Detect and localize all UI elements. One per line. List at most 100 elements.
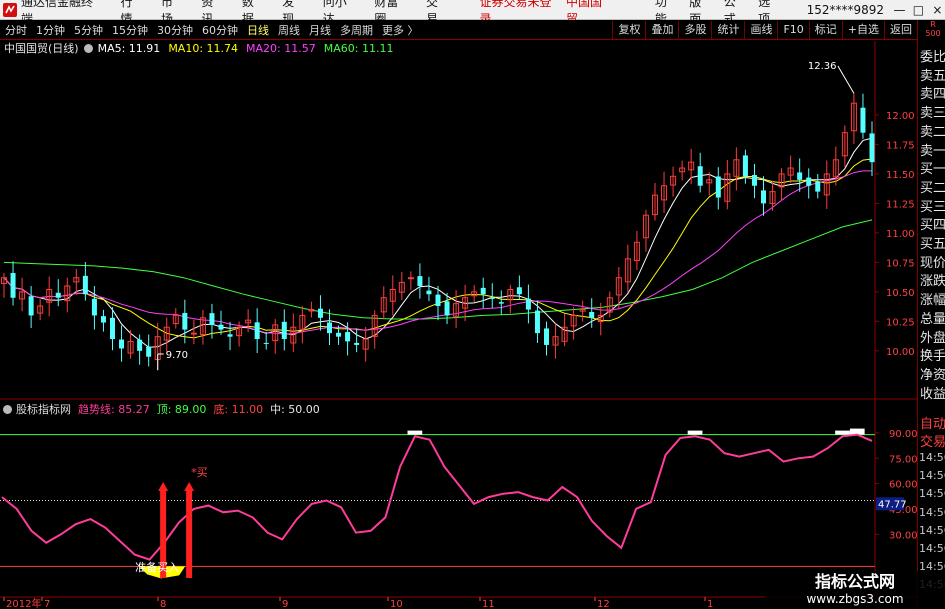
side-panel-item[interactable]: 涨跌 <box>920 270 945 289</box>
candle-body-down <box>589 311 595 318</box>
side-panel-item[interactable]: 买一 <box>920 158 945 177</box>
side-panel-item[interactable]: 卖四 <box>920 83 945 102</box>
date-axis: 2012年 7 8 9 10 11 12 1 <box>3 597 713 609</box>
price-tick-label: 10.75 <box>886 258 915 269</box>
side-panel-item[interactable]: 交易 <box>920 431 945 450</box>
indicator-name[interactable]: 股标指标网 <box>16 401 71 417</box>
side-panel-item[interactable]: 卖一 <box>920 140 945 159</box>
candle-body-down <box>218 324 224 330</box>
side-panel-item[interactable]: 买五 <box>920 233 945 252</box>
candle-body-down <box>516 287 522 295</box>
price-tick-label: 11.50 <box>886 170 915 181</box>
ready-buy-label: 准备买入 <box>135 560 179 574</box>
side-panel-item[interactable]: 卖五 <box>920 65 945 84</box>
buy-arrow-icon <box>184 482 195 491</box>
side-panel-item[interactable]: 14:56 <box>919 506 945 519</box>
side-panel-item[interactable]: 净资 <box>920 364 945 383</box>
candle-body-down <box>227 334 233 337</box>
trend-line <box>1 433 873 561</box>
candle-body-down <box>742 155 748 177</box>
buy-label: *买 <box>191 466 208 479</box>
price-tick-label: 12.00 <box>886 111 915 122</box>
side-panel-item[interactable]: 14:56 <box>919 542 945 555</box>
indicator-tick-label: 60.00 <box>889 480 917 491</box>
indicator-tick-label: 30.00 <box>889 530 917 541</box>
candle-body-down <box>797 172 803 180</box>
watermark: 指标公式网 www.zbgs3.com <box>765 571 945 609</box>
side-panel-item[interactable]: 14:56 <box>919 524 945 537</box>
date-tick-label: 11 <box>482 599 495 609</box>
side-panel-item[interactable]: 外盘 <box>920 327 945 346</box>
candle-body-down <box>254 322 260 340</box>
kline-chart[interactable]: 12.36 9.70 12.00 11.75 11.50 11.25 11.00 10.75… <box>0 0 917 609</box>
side-panel-item[interactable]: 卖三 <box>920 102 945 121</box>
candle-body-down <box>119 339 125 349</box>
candle-body-down <box>480 287 486 295</box>
price-tick-label: 10.50 <box>886 288 915 299</box>
side-panel-item[interactable]: 14:56 <box>919 469 945 482</box>
side-panel-item[interactable]: 买三 <box>920 196 945 215</box>
side-panel-item[interactable]: 买四 <box>920 214 945 233</box>
settings-circle-icon[interactable] <box>83 43 93 53</box>
date-tick-label: 7 <box>44 599 50 609</box>
candle-body-down <box>761 190 766 204</box>
price-tick-label: 10.00 <box>886 347 915 358</box>
side-panel-item[interactable]: 自动 <box>920 413 945 432</box>
indicator-tick-label: 75.00 <box>889 454 917 465</box>
side-panel-item[interactable]: 换手 <box>920 345 945 364</box>
candle-body-down <box>28 296 34 316</box>
side-panel-item[interactable]: 买二 <box>920 177 945 196</box>
candle-body-down <box>345 332 351 342</box>
trend-line-label: 趋势线: 85.27 <box>78 403 150 416</box>
price-tick-label: 11.75 <box>886 140 915 151</box>
date-tick-label: 10 <box>390 599 403 609</box>
mid-label: 中: 50.00 <box>270 403 320 416</box>
overbought-block <box>687 430 703 435</box>
candle-body-down <box>806 177 812 186</box>
indicator-tick-label: 90.00 <box>889 429 917 440</box>
stock-label: 中国国贸(日线) <box>4 42 79 55</box>
candle-body-up <box>407 277 414 280</box>
quote-side-panel: R 500 委比 卖五 卖四 卖三 卖二 卖一 买一 买二 买三 买四 买五 现价 涨跌 涨幅 总量 外盘 换手… <box>917 20 945 609</box>
high-pointer <box>837 65 855 94</box>
price-tick-label: 11.00 <box>886 229 915 240</box>
indicator-settings-circle-icon[interactable] <box>3 404 12 414</box>
ma20-label: MA20: 11.57 <box>246 41 316 55</box>
candle-body-down <box>55 292 61 298</box>
side-panel-item[interactable]: 总量 <box>920 308 945 327</box>
candle-body-down <box>426 290 432 295</box>
candle-body-down <box>697 166 703 186</box>
candle-body-down <box>435 294 441 307</box>
side-panel-item[interactable]: 委比 <box>920 46 945 65</box>
indicator-axis: 90.0075.0060.0045.0030.0047.77 <box>875 429 917 541</box>
price-tick-label: 11.25 <box>886 199 915 210</box>
side-panel-item[interactable]: 涨幅 <box>920 289 945 308</box>
close-button[interactable]: × <box>930 3 945 17</box>
top-label: 顶: 89.00 <box>156 403 207 416</box>
candle-body-down <box>182 312 188 330</box>
candle-body-down <box>91 298 97 316</box>
candle-body-down <box>534 310 540 334</box>
candle-body-down <box>100 316 106 323</box>
candle-body-down <box>137 339 143 351</box>
side-panel-item[interactable]: 收益 <box>920 383 945 402</box>
bottom-label: 底: 11.00 <box>213 403 264 416</box>
candle-body-down <box>317 308 323 318</box>
side-panel-item[interactable]: 卖二 <box>920 121 945 140</box>
buy-signal-bar <box>186 490 193 578</box>
buy-arrow-icon <box>158 482 169 491</box>
candle-body-down <box>417 276 423 286</box>
side-panel-item[interactable]: 14:56 <box>919 487 945 500</box>
r-badge-bottom: 500 <box>925 29 941 38</box>
overbought-block <box>835 430 850 435</box>
chart-frames <box>0 41 917 598</box>
candle-body-down <box>146 346 152 357</box>
candle-body-down <box>489 297 495 299</box>
side-panel-item[interactable]: 14:56 <box>919 451 945 464</box>
ma60-label: MA60: 11.11 <box>323 41 394 55</box>
indicator-pane: *买准备买入 <box>0 428 875 579</box>
side-panel-item[interactable]: 现价 <box>920 252 945 271</box>
candle-body-up <box>190 332 197 335</box>
date-tick-label: 2012年 <box>6 597 41 609</box>
candle-body-down <box>869 133 875 163</box>
